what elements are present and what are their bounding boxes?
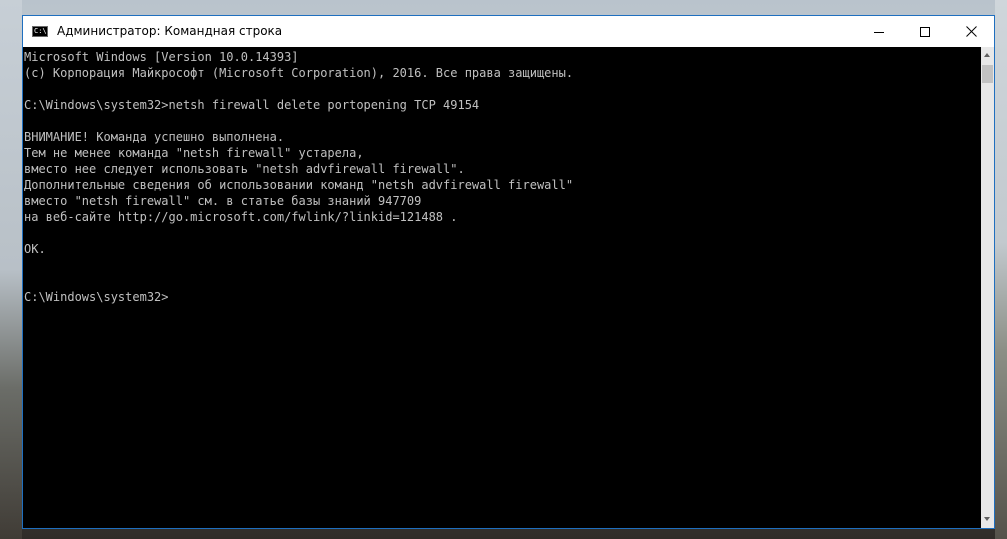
chevron-up-icon (984, 53, 990, 57)
scroll-down-button[interactable] (981, 511, 994, 528)
vertical-scrollbar[interactable] (981, 47, 994, 528)
scroll-up-button[interactable] (981, 47, 994, 64)
minimize-icon (874, 32, 884, 33)
console-line: Microsoft Windows [Version 10.0.14393] (24, 50, 299, 64)
console-line: Тем не менее команда "netsh firewall" ус… (24, 146, 364, 160)
console-line: OK. (24, 242, 46, 256)
scroll-thumb[interactable] (982, 65, 993, 83)
console-line: вместо "netsh firewall" см. в статье баз… (24, 194, 422, 208)
console-line: Дополнительные сведения об использовании… (24, 178, 574, 192)
console-output[interactable]: Microsoft Windows [Version 10.0.14393] (… (23, 47, 981, 528)
console-line: ВНИМАНИЕ! Команда успешно выполнена. (24, 130, 285, 144)
title-bar[interactable]: C:\ Администратор: Командная строка (23, 16, 994, 47)
cmd-icon[interactable]: C:\ (32, 26, 48, 37)
console-line: вместо нее следует использовать "netsh a… (24, 162, 465, 176)
minimize-button[interactable] (856, 16, 902, 47)
console-line: на веб-сайте http://go.microsoft.com/fwl… (24, 210, 458, 224)
close-icon (966, 26, 977, 37)
command-prompt-line: C:\Windows\system32> (24, 290, 169, 304)
window-title: Администратор: Командная строка (57, 24, 283, 38)
cmd-icon-label: C:\ (34, 27, 47, 35)
maximize-icon (920, 27, 930, 37)
close-button[interactable] (948, 16, 994, 47)
chevron-down-icon (984, 517, 990, 521)
command-prompt-window: C:\ Администратор: Командная строка Micr… (22, 15, 995, 529)
console-line: (c) Корпорация Майкрософт (Microsoft Cor… (24, 66, 574, 80)
desktop-background-right (995, 0, 1007, 539)
console-line: C:\Windows\system32>netsh firewall delet… (24, 98, 480, 112)
desktop-background-left (0, 0, 22, 539)
maximize-button[interactable] (902, 16, 948, 47)
